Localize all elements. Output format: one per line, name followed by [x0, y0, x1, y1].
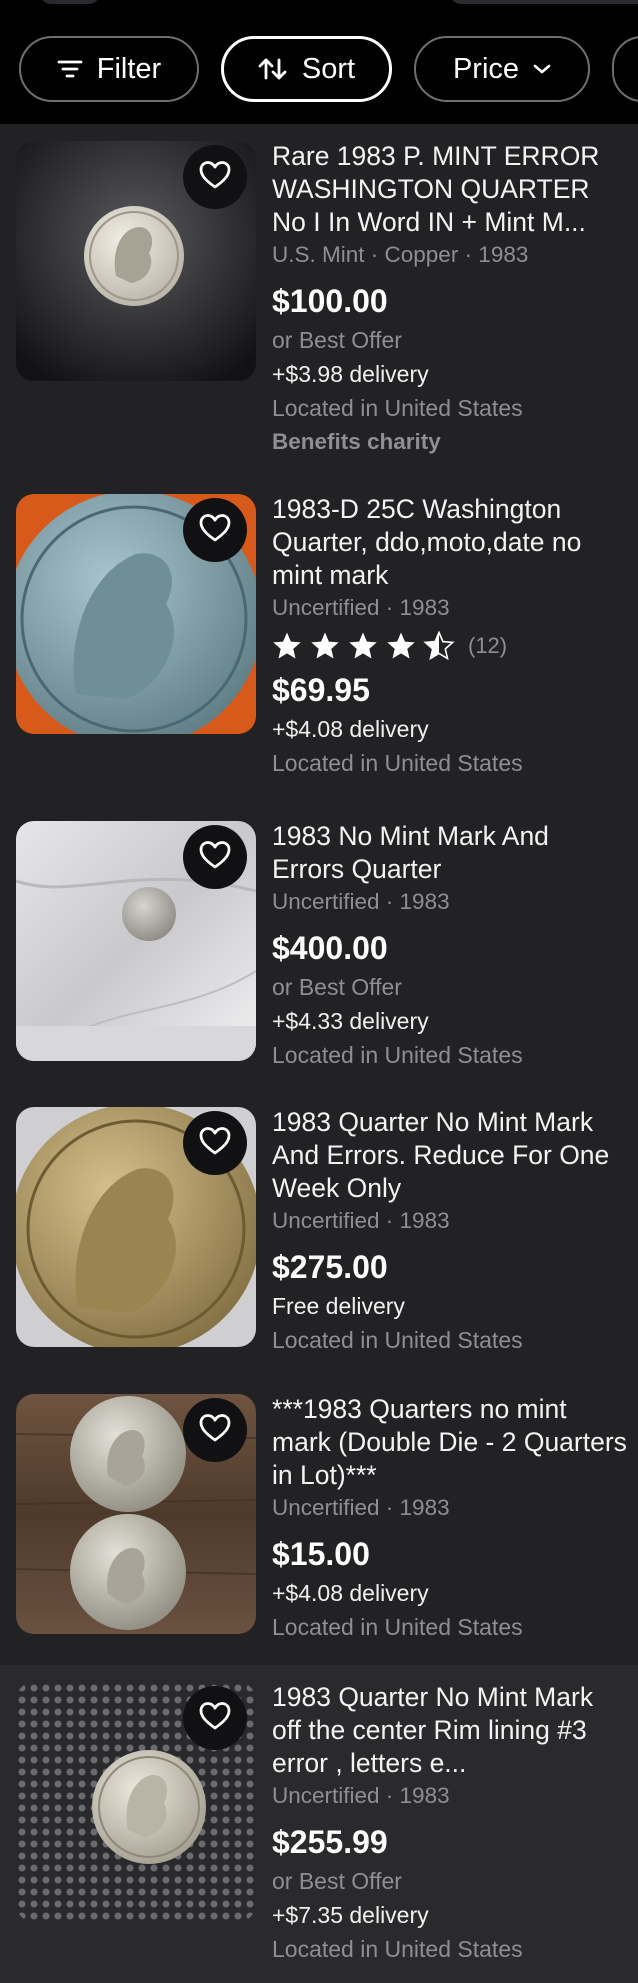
star-icon: [273, 632, 301, 659]
listing-card[interactable]: 1983 No Mint Mark And Errors Quarter Unc…: [0, 804, 638, 1094]
listing-info: ***1983 Quarters no mint mark (Double Di…: [272, 1393, 628, 1644]
sort-arrows-icon: [258, 57, 288, 81]
heart-outline-icon: [199, 1701, 231, 1736]
star-rating: (12): [272, 626, 628, 666]
filter-label: Filter: [96, 52, 162, 85]
search-bar-edge: [450, 0, 638, 4]
listing-info: 1983 No Mint Mark And Errors Quarter Unc…: [272, 820, 628, 1072]
chevron-down-icon: [533, 63, 551, 75]
star-rating-stars: [273, 631, 454, 660]
delivery-cost: +$4.08 delivery: [272, 716, 429, 742]
sort-label: Sort: [301, 52, 356, 85]
listing-title[interactable]: 1983 No Mint Mark And Errors Quarter: [272, 820, 628, 886]
listing-subtitle: Uncertified · 1983: [272, 1783, 450, 1808]
heart-outline-icon: [199, 840, 231, 875]
listing-title[interactable]: Rare 1983 P. MINT ERROR WASHINGTON QUART…: [272, 140, 628, 239]
filter-button[interactable]: Filter: [19, 36, 199, 102]
listing-price: $100.00: [272, 283, 388, 319]
star-icon: [349, 632, 377, 659]
price-label: Price: [452, 52, 520, 85]
listing-subtitle: Uncertified · 1983: [272, 1495, 450, 1520]
best-offer-label: or Best Offer: [272, 1868, 402, 1894]
listing-price: $255.99: [272, 1824, 388, 1860]
heart-outline-icon: [199, 1126, 231, 1161]
listing-subtitle: U.S. Mint · Copper · 1983: [272, 242, 529, 267]
more-filters-chip[interactable]: [612, 36, 638, 102]
listing-price: $15.00: [272, 1536, 370, 1572]
item-location: Located in United States: [272, 1936, 523, 1962]
listing-title[interactable]: 1983 Quarter No Mint Mark off the center…: [272, 1681, 628, 1780]
delivery-cost: +$7.35 delivery: [272, 1902, 429, 1928]
search-bar-edge: [40, 0, 100, 4]
delivery-cost: +$4.33 delivery: [272, 1008, 429, 1034]
listing-card[interactable]: Rare 1983 P. MINT ERROR WASHINGTON QUART…: [0, 124, 638, 492]
listing-title[interactable]: 1983 Quarter No Mint Mark And Errors. Re…: [272, 1106, 628, 1205]
star-icon: [387, 632, 415, 659]
listing-card[interactable]: 1983 Quarter No Mint Mark And Errors. Re…: [0, 1090, 638, 1380]
heart-outline-icon: [199, 513, 231, 548]
item-location: Located in United States: [272, 1327, 523, 1353]
best-offer-label: or Best Offer: [272, 327, 402, 353]
delivery-cost: Free delivery: [272, 1293, 405, 1319]
listing-info: 1983-D 25C Washington Quarter, ddo,moto,…: [272, 493, 628, 780]
listing-price: $275.00: [272, 1249, 388, 1285]
listing-price: $400.00: [272, 930, 388, 966]
listing-card[interactable]: 1983 Quarter No Mint Mark off the center…: [0, 1665, 638, 1983]
listing-info: 1983 Quarter No Mint Mark And Errors. Re…: [272, 1106, 628, 1357]
listing-info: Rare 1983 P. MINT ERROR WASHINGTON QUART…: [272, 140, 628, 459]
item-location: Located in United States: [272, 1614, 523, 1640]
listing-subtitle: Uncertified · 1983: [272, 1208, 450, 1233]
watch-button[interactable]: [183, 1398, 247, 1462]
star-icon: [424, 631, 454, 660]
rating-count: (12): [468, 633, 508, 658]
listing-info: 1983 Quarter No Mint Mark off the center…: [272, 1681, 628, 1966]
filter-bar: Filter Sort Price: [0, 0, 638, 124]
listing-subtitle: Uncertified · 1983: [272, 595, 450, 620]
watch-button[interactable]: [183, 825, 247, 889]
delivery-cost: +$3.98 delivery: [272, 361, 429, 387]
item-location: Located in United States: [272, 750, 523, 776]
watch-button[interactable]: [183, 1111, 247, 1175]
listing-card[interactable]: 1983-D 25C Washington Quarter, ddo,moto,…: [0, 477, 638, 807]
heart-outline-icon: [199, 160, 231, 195]
best-offer-label: or Best Offer: [272, 974, 402, 1000]
heart-outline-icon: [199, 1413, 231, 1448]
price-filter-button[interactable]: Price: [414, 36, 590, 102]
watch-button[interactable]: [183, 145, 247, 209]
delivery-cost: +$4.08 delivery: [272, 1580, 429, 1606]
watch-button[interactable]: [183, 1686, 247, 1750]
filter-lines-icon: [57, 59, 83, 79]
sort-button[interactable]: Sort: [221, 36, 392, 102]
listing-card[interactable]: ***1983 Quarters no mint mark (Double Di…: [0, 1377, 638, 1667]
watch-button[interactable]: [183, 498, 247, 562]
item-location: Located in United States: [272, 1042, 523, 1068]
listing-title[interactable]: ***1983 Quarters no mint mark (Double Di…: [272, 1393, 628, 1492]
listing-title[interactable]: 1983-D 25C Washington Quarter, ddo,moto,…: [272, 493, 628, 592]
item-location: Located in United States: [272, 395, 523, 421]
star-icon: [311, 632, 339, 659]
charity-badge: Benefits charity: [272, 429, 441, 454]
listing-subtitle: Uncertified · 1983: [272, 889, 450, 914]
listing-price: $69.95: [272, 672, 370, 708]
